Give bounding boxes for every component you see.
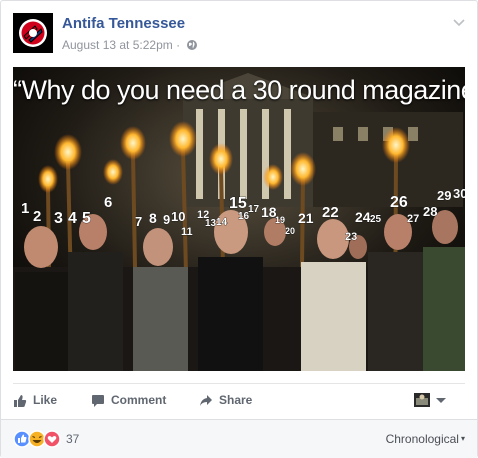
photo-number-label: 9 (163, 212, 170, 227)
chevron-down-icon (436, 398, 446, 403)
post-photo[interactable]: 1 2 3 4 5 6 7 8 9 10 11 12 13 14 15 16 17 18 19 20 21 22 23 24 2… (13, 67, 465, 371)
photo-number-label: 27 (407, 213, 419, 225)
torch-rally-photo: 1 2 3 4 567 8 9 10111213 14151617 18192021 222324 2… (13, 67, 465, 371)
photo-number-label: 23 (345, 231, 357, 243)
post-meta: August 13 at 5:22pm · (62, 38, 198, 52)
photo-number-label: 20 (285, 226, 295, 236)
photo-number-label: 8 (149, 210, 157, 226)
share-button[interactable]: Share (199, 384, 252, 416)
photo-number-label: 10 (171, 209, 185, 224)
share-arrow-icon (200, 395, 212, 406)
haha-reaction-icon (28, 430, 46, 448)
page-avatar[interactable] (13, 13, 53, 53)
photo-number-label: 3 (54, 210, 63, 227)
like-label: Like (33, 393, 58, 407)
photo-number-label: 14 (216, 217, 228, 228)
photo-number-label: 1 (21, 200, 29, 217)
globe-icon[interactable] (186, 39, 198, 51)
sort-label: Chronological (385, 432, 459, 446)
meta-separator: · (176, 38, 181, 52)
page-name-link[interactable]: Antifa Tennessee (62, 15, 185, 32)
photo-number-label: 22 (322, 204, 339, 221)
like-reaction-icon (13, 430, 31, 448)
comment-button[interactable]: Comment (91, 384, 166, 416)
share-label: Share (219, 393, 253, 407)
speech-bubble-icon (92, 395, 104, 407)
photo-caption: “Why do you need a 30 round magazine?” (13, 75, 465, 105)
reaction-icons[interactable] (13, 430, 65, 448)
photo-number-label: 19 (275, 215, 285, 225)
photo-number-label: 2 (33, 208, 41, 225)
photo-number-label: 25 (370, 214, 382, 225)
thumbs-up-icon (14, 395, 27, 407)
photo-number-label: 21 (298, 210, 314, 226)
comment-label: Comment (111, 393, 167, 407)
like-button[interactable]: Like (13, 384, 57, 416)
photo-number-label: 4 (68, 210, 77, 227)
photo-number-label: 29 (437, 188, 451, 203)
photo-number-label: 11 (181, 226, 193, 238)
reaction-count[interactable]: 37 (66, 432, 79, 446)
action-bar: Like Comment Share (13, 383, 465, 416)
post-card: Antifa Tennessee August 13 at 5:22pm · 1… (0, 0, 478, 458)
photo-number-label: 17 (248, 204, 260, 215)
love-reaction-icon (43, 430, 61, 448)
photo-number-label: 7 (135, 214, 142, 229)
post-as-selector[interactable] (414, 393, 460, 407)
photo-number-label: 5 (82, 210, 91, 227)
comment-sort-dropdown[interactable]: Chronological ▾ (386, 432, 465, 446)
post-footer: 37 Chronological ▾ (1, 419, 477, 458)
photo-number-label: 30 (453, 186, 465, 201)
photo-number-label: 15 (229, 195, 247, 212)
caret-down-icon: ▾ (460, 434, 465, 443)
photo-number-label: 26 (390, 194, 408, 211)
post-timestamp[interactable]: August 13 at 5:22pm (62, 38, 173, 52)
photo-number-label: 28 (423, 204, 437, 219)
photo-number-label: 6 (104, 194, 112, 211)
photo-number-label: 13 (205, 218, 217, 229)
chevron-down-icon[interactable] (451, 16, 467, 28)
antifa-logo-icon (13, 13, 53, 53)
photo-number-label: 24 (355, 209, 371, 225)
